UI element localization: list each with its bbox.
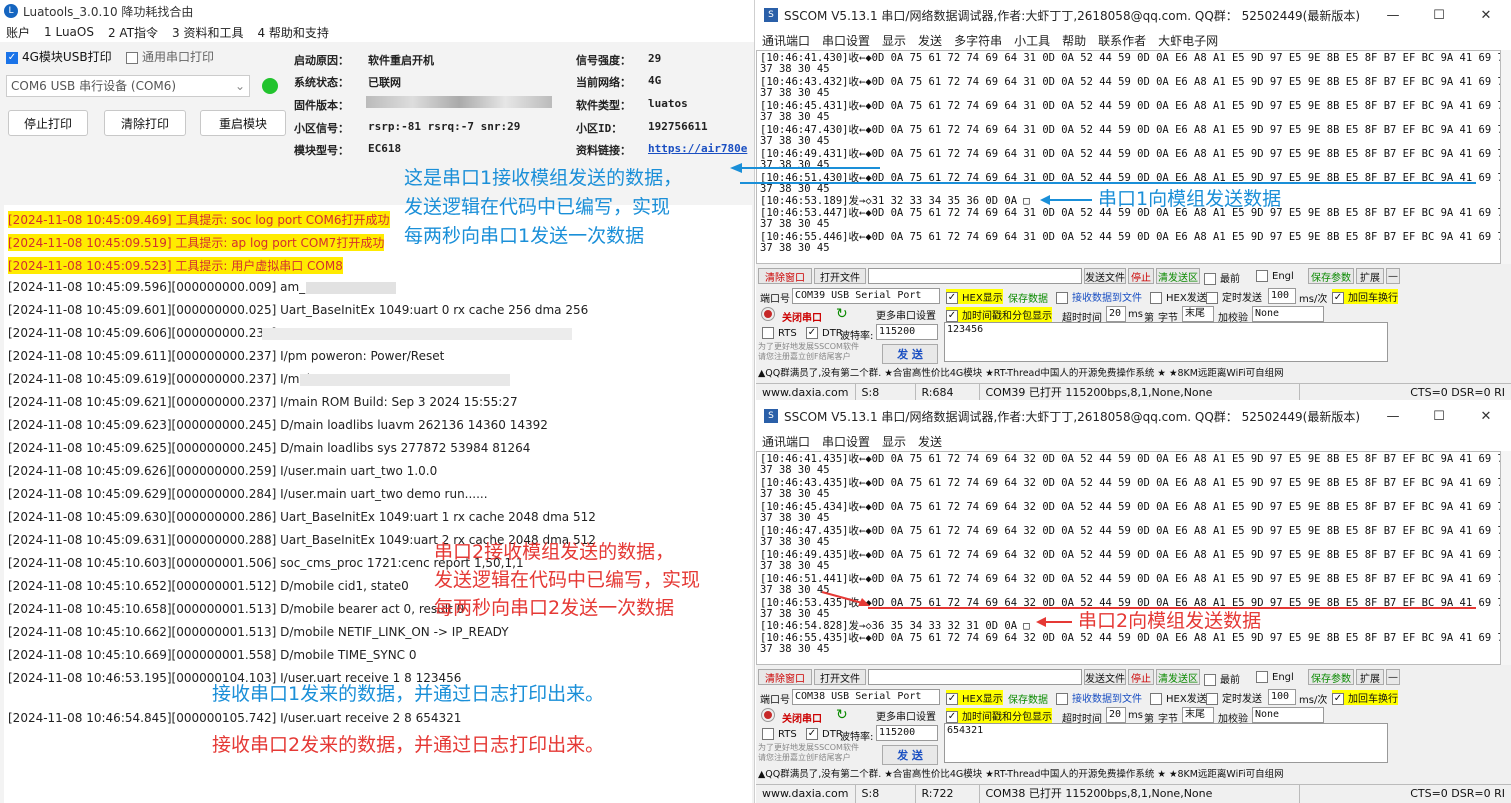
annotation-log-serial1: 接收串口1发来的数据，并通过日志打印出来。 — [212, 683, 605, 705]
arrow-head-blue — [730, 163, 742, 173]
annotation-serial2-receive: 串口2接收模组发送的数据， 发送逻辑在代码中已编写，实现 每两秒向串口2发送一次… — [434, 538, 700, 622]
annotation-line: 串口2接收模组发送的数据， — [434, 541, 675, 563]
annotation-line: 每两秒向串口1发送一次数据 — [404, 225, 645, 247]
arrow-line-red — [821, 591, 867, 605]
arrow-head-blue — [1040, 195, 1050, 205]
annotation-line: 每两秒向串口2发送一次数据 — [434, 597, 675, 619]
annotation-line: 发送逻辑在代码中已编写，实现 — [404, 196, 671, 218]
annotation-serial2-send: 串口2向模组发送数据 — [1078, 610, 1262, 632]
arrow-head-red — [1036, 617, 1046, 627]
annotation-line: 这是串口1接收模组发送的数据， — [404, 167, 683, 189]
annotation-serial1-send: 串口1向模组发送数据 — [1098, 188, 1282, 210]
annotation-serial1-receive: 这是串口1接收模组发送的数据， 发送逻辑在代码中已编写，实现 每两秒向串口1发送… — [404, 164, 682, 251]
annotation-log-serial2: 接收串口2发来的数据，并通过日志打印出来。 — [212, 734, 605, 756]
annotation-line: 发送逻辑在代码中已编写，实现 — [434, 569, 701, 591]
